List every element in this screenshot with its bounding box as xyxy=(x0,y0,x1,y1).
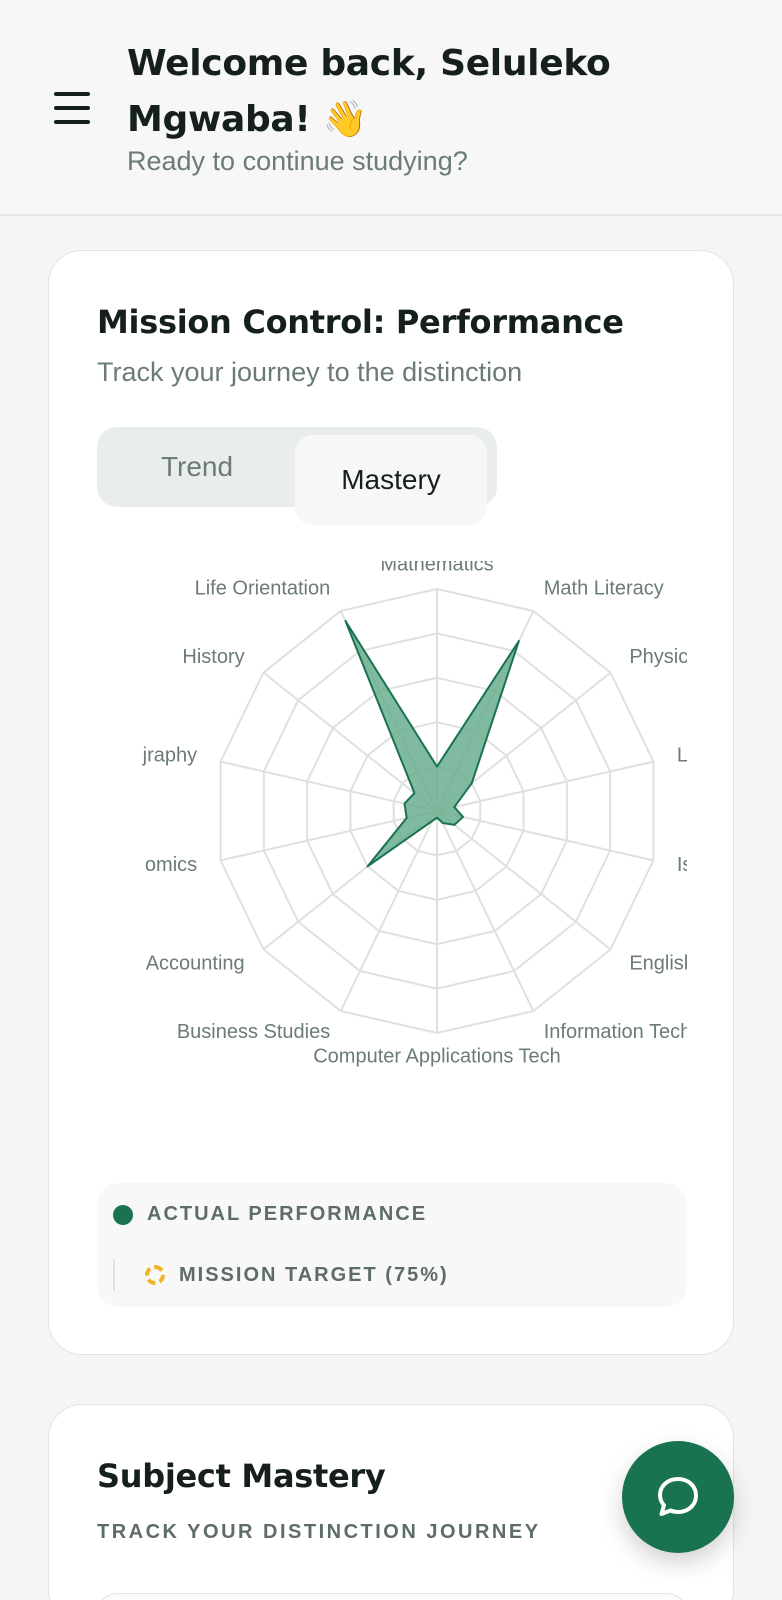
legend-actual: ACTUAL PERFORMANCE xyxy=(113,1203,427,1226)
view-tabs: Trend Mastery xyxy=(97,427,497,525)
radar-axis-label: Life Sc xyxy=(677,745,687,767)
menu-bar-middle xyxy=(54,106,90,110)
radar-axis-label: Life Orientation xyxy=(195,578,331,600)
radar-axis-label: Physical Sc xyxy=(629,646,687,668)
chat-button[interactable] xyxy=(622,1441,734,1553)
subject-mastery-subtitle: TRACK YOUR DISTINCTION JOURNEY xyxy=(97,1521,541,1543)
waving-hand-icon: 👋 xyxy=(322,99,368,140)
app-header: Welcome back, Seluleko Mgwaba! 👋 Ready t… xyxy=(0,0,782,216)
radar-axis-label: omics xyxy=(145,854,197,876)
subject-mastery-list xyxy=(97,1593,687,1600)
target-ring-icon xyxy=(145,1265,165,1285)
tab-trend[interactable]: Trend xyxy=(97,427,297,507)
legend-divider xyxy=(113,1259,115,1291)
hamburger-menu-icon[interactable] xyxy=(48,86,96,130)
legend-target-label: MISSION TARGET (75%) xyxy=(179,1263,449,1286)
radar-axis-label: Accounting xyxy=(146,953,245,975)
radar-axis-label: Math Literacy xyxy=(544,578,664,600)
radar-svg: Mathematics Math Literacy Physical Sc Life … xyxy=(142,561,687,1067)
chat-bubble-icon xyxy=(658,1477,698,1516)
performance-card: Mission Control: Performance Track your … xyxy=(48,250,734,1355)
radar-axis-label: Business Studies xyxy=(177,1021,330,1043)
welcome-subtitle: Ready to continue studying? xyxy=(127,146,468,176)
radar-axis-label: Information Technol xyxy=(544,1021,687,1043)
radar-axis-label: jraphy xyxy=(142,745,197,767)
radar-axis-label: IsiZulu xyxy=(677,854,687,876)
radar-axis-label: History xyxy=(182,646,244,668)
legend-actual-label: ACTUAL PERFORMANCE xyxy=(147,1203,428,1225)
welcome-heading: Welcome back, Seluleko Mgwaba! 👋 xyxy=(127,36,687,148)
menu-bar-bottom xyxy=(54,120,90,124)
chart-legend: ACTUAL PERFORMANCE MISSION TARGET (75%) xyxy=(97,1183,687,1307)
menu-bar-top xyxy=(54,92,90,96)
performance-subtitle: Track your journey to the distinction xyxy=(97,357,523,387)
tab-mastery[interactable]: Mastery xyxy=(295,435,487,525)
actual-dot-icon xyxy=(113,1204,133,1225)
radar-axis-label: Mathematics xyxy=(380,561,493,575)
subject-mastery-title: Subject Mastery xyxy=(97,1457,386,1495)
performance-title: Mission Control: Performance xyxy=(97,303,624,341)
radar-axis-label: English Hor xyxy=(629,953,687,975)
mastery-radar-chart: Mathematics Math Literacy Physical Sc Life … xyxy=(97,561,687,1121)
welcome-text: Welcome back, Seluleko Mgwaba! xyxy=(127,43,611,140)
radar-axis-label: Computer Applications Tech xyxy=(313,1045,561,1067)
legend-target: MISSION TARGET (75%) xyxy=(113,1259,449,1291)
